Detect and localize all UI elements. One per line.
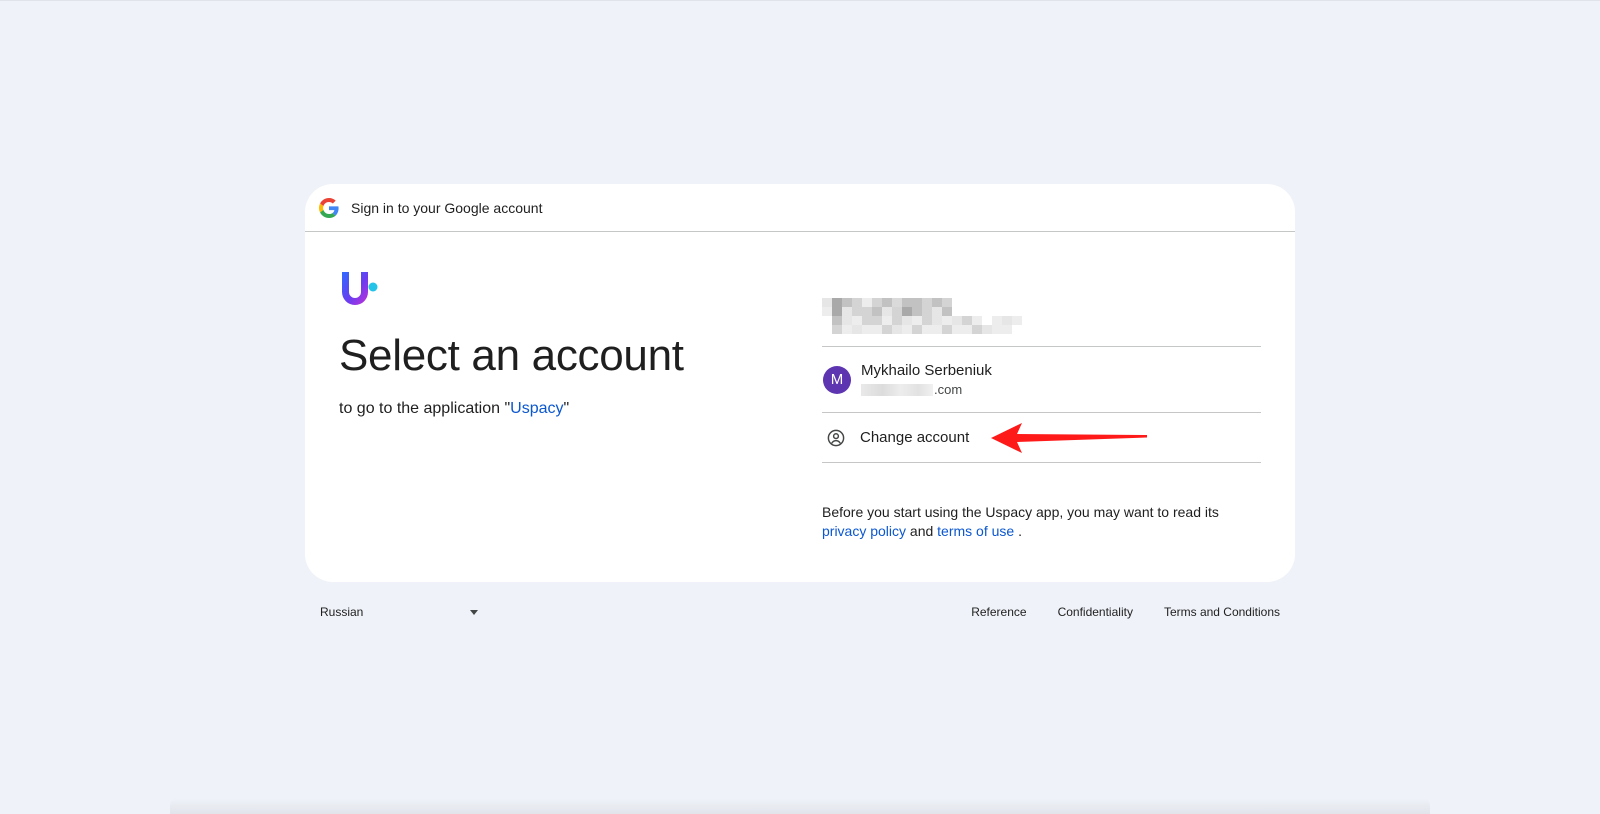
app-name-link[interactable]: Uspacy	[510, 400, 563, 417]
uspacy-logo-icon	[342, 272, 378, 305]
notice-and: and	[906, 523, 938, 539]
language-select[interactable]: Russian	[320, 605, 480, 619]
privacy-policy-link[interactable]: privacy policy	[822, 523, 906, 539]
signin-card: Sign in to your Google account Select an…	[305, 184, 1295, 582]
account-item[interactable]: M Mykhailo Serbeniuk .com	[822, 347, 1261, 412]
header-title: Sign in to your Google account	[351, 199, 543, 216]
footer-link-terms[interactable]: Terms and Conditions	[1164, 605, 1280, 619]
notice-text: Before you start using the Uspacy app, y…	[822, 503, 1261, 541]
divider	[822, 462, 1261, 463]
redacted-email	[861, 383, 933, 396]
top-divider	[0, 0, 1600, 1]
right-column: M Mykhailo Serbeniuk .com Change account…	[822, 294, 1261, 541]
bottom-shadow	[170, 798, 1430, 814]
language-value: Russian	[320, 605, 364, 619]
left-column: Select an account to go to the applicati…	[339, 270, 779, 418]
notice-suffix: .	[1014, 523, 1022, 539]
account-email: .com	[861, 381, 992, 399]
account-info: Mykhailo Serbeniuk .com	[861, 361, 992, 399]
account-name: Mykhailo Serbeniuk	[861, 361, 992, 379]
subtitle-suffix: "	[563, 400, 570, 417]
card-header: Sign in to your Google account	[305, 184, 1295, 232]
terms-of-use-link[interactable]: terms of use	[937, 523, 1014, 539]
caret-down-icon	[470, 610, 478, 615]
account-circle-icon	[827, 429, 845, 446]
subtitle-prefix: to go to the application "	[339, 400, 511, 417]
avatar: M	[823, 365, 851, 394]
page-title: Select an account	[339, 331, 684, 380]
redacted-identity	[822, 298, 1261, 336]
account-email-domain: .com	[934, 381, 963, 397]
footer: Russian Reference Confidentiality Terms …	[320, 602, 1280, 622]
subtitle: to go to the application "Uspacy"	[339, 400, 779, 418]
change-account-button[interactable]: Change account	[822, 413, 1261, 462]
footer-links: Reference Confidentiality Terms and Cond…	[940, 605, 1280, 619]
notice-prefix: Before you start using the Uspacy app, y…	[822, 504, 1219, 520]
change-account-label: Change account	[860, 429, 970, 446]
google-g-icon	[319, 197, 339, 218]
red-arrow-annotation	[991, 423, 1147, 453]
footer-link-reference[interactable]: Reference	[971, 605, 1026, 619]
footer-link-confidentiality[interactable]: Confidentiality	[1058, 605, 1133, 619]
